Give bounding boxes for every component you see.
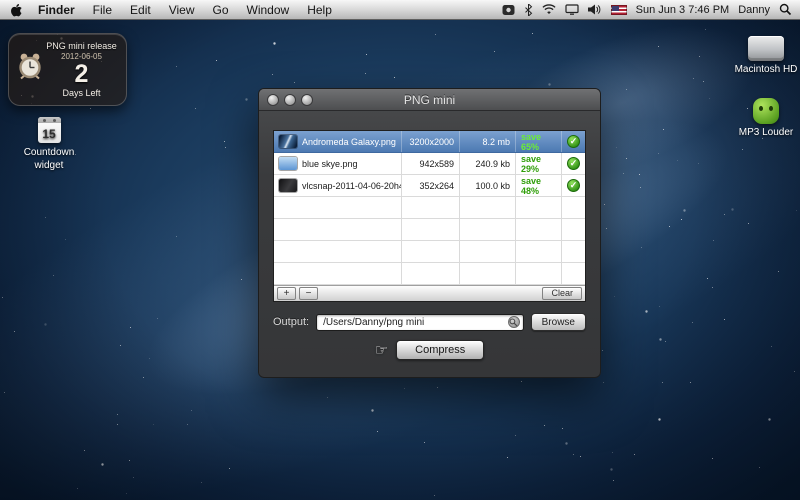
- desktop-icon-macintosh-hd[interactable]: Macintosh HD: [728, 36, 800, 77]
- calendar-widget[interactable]: 15 Countdown widget: [18, 117, 80, 172]
- file-dimensions: 942x589: [402, 153, 460, 174]
- calendar-widget-label: Countdown widget: [18, 147, 80, 172]
- file-name: blue skye.png: [302, 159, 358, 169]
- traffic-lights: [267, 94, 313, 106]
- clear-button[interactable]: Clear: [542, 287, 582, 300]
- file-name-cell: blue skye.png: [274, 153, 402, 174]
- menu-bar: Finder File Edit View Go Window Help: [0, 0, 800, 20]
- zoom-button[interactable]: [301, 94, 313, 106]
- output-row: Output: /Users/Danny/png mini Browse: [273, 313, 586, 331]
- menu-file[interactable]: File: [84, 3, 121, 17]
- wifi-icon[interactable]: [542, 4, 556, 15]
- output-label: Output:: [273, 316, 309, 328]
- countdown-widget[interactable]: PNG mini release 2012-06-05 2 Days Left: [8, 33, 127, 106]
- countdown-days-value: 2: [44, 61, 119, 87]
- check-icon: ✓: [567, 135, 580, 148]
- check-icon: ✓: [567, 157, 580, 170]
- window-titlebar[interactable]: PNG mini: [259, 89, 600, 111]
- spotlight-icon[interactable]: [779, 3, 792, 16]
- file-size: 240.9 kb: [460, 153, 516, 174]
- menu-extra-app-icon[interactable]: [502, 4, 515, 16]
- output-path-value: /Users/Danny/png mini: [323, 317, 508, 328]
- menu-bar-left: Finder File Edit View Go Window Help: [8, 2, 341, 17]
- file-save-percent: save 48%: [516, 175, 562, 196]
- window-title: PNG mini: [404, 93, 455, 107]
- check-icon: ✓: [567, 179, 580, 192]
- file-size: 100.0 kb: [460, 175, 516, 196]
- minimize-button[interactable]: [284, 94, 296, 106]
- file-save-percent: save 29%: [516, 153, 562, 174]
- file-status-cell: ✓: [562, 175, 585, 196]
- remove-file-button[interactable]: −: [299, 287, 318, 300]
- countdown-title: PNG mini release: [44, 41, 119, 51]
- apple-menu-icon[interactable]: [8, 2, 29, 17]
- table-row[interactable]: vlcsnap-2011-04-06-20h40m36s165.png 352x…: [274, 175, 585, 197]
- desktop: Finder File Edit View Go Window Help: [0, 0, 800, 500]
- table-row-empty: [274, 219, 585, 241]
- menu-clock[interactable]: Sun Jun 3 7:46 PM: [636, 4, 730, 16]
- file-thumbnail: [279, 157, 297, 170]
- macintosh-hd-label: Macintosh HD: [728, 64, 800, 77]
- countdown-text: PNG mini release 2012-06-05 2 Days Left: [44, 41, 119, 97]
- browse-button[interactable]: Browse: [531, 313, 586, 331]
- menu-bar-status: Sun Jun 3 7:46 PM Danny: [502, 3, 792, 16]
- desktop-icon-mp3-louder[interactable]: MP3 Louder: [728, 98, 800, 140]
- mp3-louder-label: MP3 Louder: [728, 127, 800, 140]
- file-status-cell: ✓: [562, 153, 585, 174]
- file-size: 8.2 mb: [460, 131, 516, 152]
- file-save-percent: save 65%: [516, 131, 562, 152]
- table-toolbar: + − Clear: [274, 285, 585, 301]
- alarm-clock-icon: [16, 52, 44, 87]
- bluetooth-icon[interactable]: [524, 4, 533, 16]
- table-row-empty: [274, 263, 585, 285]
- close-button[interactable]: [267, 94, 279, 106]
- table-row-empty: [274, 197, 585, 219]
- table-row-empty: [274, 241, 585, 263]
- menu-window[interactable]: Window: [238, 3, 299, 17]
- file-status-cell: ✓: [562, 131, 585, 152]
- menu-go[interactable]: Go: [204, 3, 238, 17]
- menu-user[interactable]: Danny: [738, 4, 770, 16]
- file-name: vlcsnap-2011-04-06-20h40m36s165.png: [302, 181, 402, 191]
- file-thumbnail: [279, 179, 297, 192]
- file-thumbnail: [279, 135, 297, 148]
- menu-view[interactable]: View: [160, 3, 204, 17]
- png-mini-window: PNG mini Andromeda Galaxy.png 3200x2000 …: [258, 88, 601, 378]
- table-row[interactable]: Andromeda Galaxy.png 3200x2000 8.2 mb sa…: [274, 131, 585, 153]
- app-menu-finder[interactable]: Finder: [29, 3, 84, 17]
- display-icon[interactable]: [565, 4, 579, 15]
- file-name-cell: Andromeda Galaxy.png: [274, 131, 402, 152]
- compress-row: ☞ Compress: [273, 340, 586, 360]
- pointer-hand-icon: ☞: [375, 343, 388, 358]
- menu-edit[interactable]: Edit: [121, 3, 160, 17]
- magnifier-icon[interactable]: [508, 316, 520, 328]
- file-name: Andromeda Galaxy.png: [302, 137, 396, 147]
- calendar-icon: 15: [38, 117, 61, 143]
- hard-drive-icon: [748, 36, 784, 61]
- table-row[interactable]: blue skye.png 942x589 240.9 kb save 29% …: [274, 153, 585, 175]
- menu-help[interactable]: Help: [298, 3, 341, 17]
- file-name-cell: vlcsnap-2011-04-06-20h40m36s165.png: [274, 175, 402, 196]
- mp3-louder-app-icon: [753, 98, 779, 124]
- output-path-field[interactable]: /Users/Danny/png mini: [316, 314, 524, 331]
- window-content: Andromeda Galaxy.png 3200x2000 8.2 mb sa…: [259, 111, 600, 360]
- file-table: Andromeda Galaxy.png 3200x2000 8.2 mb sa…: [273, 130, 586, 302]
- countdown-days-label: Days Left: [44, 88, 119, 98]
- volume-icon[interactable]: [588, 4, 602, 15]
- add-file-button[interactable]: +: [277, 287, 296, 300]
- us-flag-icon[interactable]: [611, 5, 627, 15]
- file-dimensions: 3200x2000: [402, 131, 460, 152]
- file-dimensions: 352x264: [402, 175, 460, 196]
- compress-button[interactable]: Compress: [396, 340, 484, 360]
